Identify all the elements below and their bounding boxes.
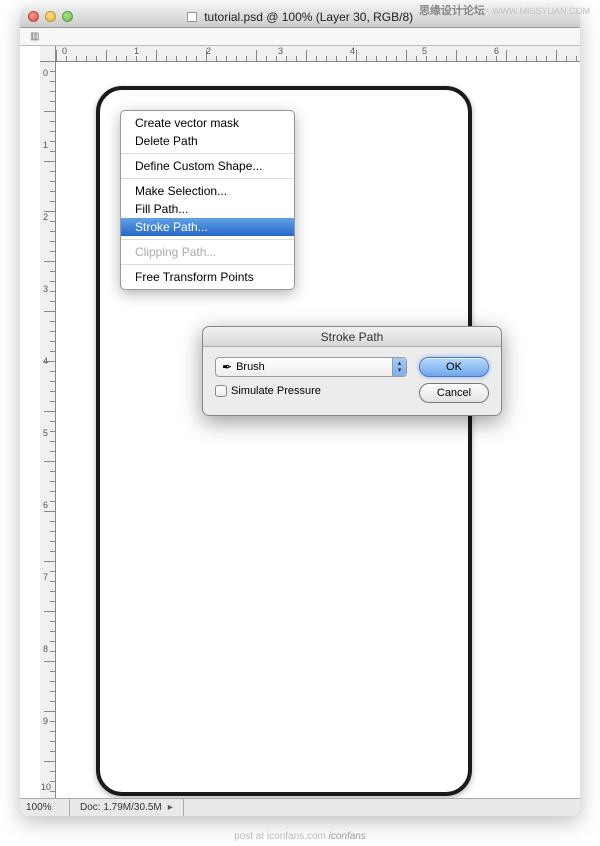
document-tab-bar[interactable]: ▥ xyxy=(20,28,580,46)
layers-icon: ▥ xyxy=(30,31,39,42)
menu-stroke-path[interactable]: Stroke Path... xyxy=(121,218,294,236)
photoshop-window: tutorial.psd @ 100% (Layer 30, RGB/8) ▥ … xyxy=(20,6,580,816)
tool-dropdown[interactable]: ✒ Brush xyxy=(215,357,407,377)
menu-delete-path[interactable]: Delete Path xyxy=(121,132,294,150)
menu-separator xyxy=(121,239,294,240)
menu-make-selection[interactable]: Make Selection... xyxy=(121,182,294,200)
chevron-right-icon[interactable]: ▸ xyxy=(168,799,173,817)
menu-clipping-path: Clipping Path... xyxy=(121,243,294,261)
menu-fill-path[interactable]: Fill Path... xyxy=(121,200,294,218)
ruler-origin[interactable] xyxy=(40,46,56,62)
menu-separator xyxy=(121,178,294,179)
watermark-url: WWW.MISSYUAN.COM xyxy=(492,6,590,16)
simulate-pressure-checkbox[interactable] xyxy=(215,385,227,397)
menu-free-transform-points[interactable]: Free Transform Points xyxy=(121,268,294,286)
tool-dropdown-label: Brush xyxy=(236,361,392,373)
horizontal-ruler[interactable]: 0 1 2 3 4 5 6 xyxy=(56,46,580,62)
image-credit: post at iconfans.com iconfans xyxy=(0,831,600,842)
watermark: 思缘设计论坛 WWW.MISSYUAN.COM xyxy=(419,2,590,18)
brush-icon: ✒ xyxy=(222,360,232,374)
menu-create-vector-mask[interactable]: Create vector mask xyxy=(121,114,294,132)
cancel-button[interactable]: Cancel xyxy=(419,383,489,403)
stroke-path-dialog: Stroke Path ✒ Brush Simulate Pressure OK xyxy=(202,326,502,416)
ok-button[interactable]: OK xyxy=(419,357,489,377)
doc-size-readout[interactable]: Doc: 1.79M/30.5M ▸ xyxy=(70,799,184,817)
context-menu: Create vector mask Delete Path Define Cu… xyxy=(120,110,295,290)
menu-separator xyxy=(121,153,294,154)
status-bar: 100% Doc: 1.79M/30.5M ▸ xyxy=(20,798,580,816)
document-icon xyxy=(187,12,197,22)
zoom-level[interactable]: 100% xyxy=(20,799,70,817)
dialog-title: Stroke Path xyxy=(203,327,501,347)
simulate-pressure-label: Simulate Pressure xyxy=(231,385,321,397)
watermark-text: 思缘设计论坛 xyxy=(419,5,485,17)
menu-define-custom-shape[interactable]: Define Custom Shape... xyxy=(121,157,294,175)
menu-separator xyxy=(121,264,294,265)
chevron-updown-icon[interactable] xyxy=(392,358,406,376)
vertical-ruler[interactable]: 0 1 2 3 4 5 6 7 8 9 10 xyxy=(40,62,56,798)
